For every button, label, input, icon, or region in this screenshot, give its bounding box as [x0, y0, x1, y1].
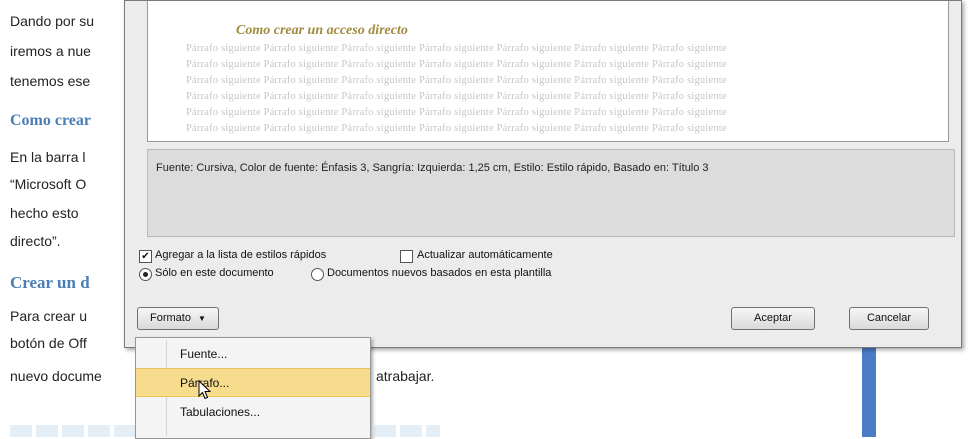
- cancel-button[interactable]: Cancelar: [849, 307, 929, 330]
- new-documents-label: Documentos nuevos basados en esta planti…: [327, 267, 552, 279]
- preview-filler: Párrafo siguiente Párrafo siguiente Párr…: [186, 75, 727, 86]
- menu-item-font[interactable]: Fuente...: [136, 340, 370, 368]
- preview-filler: Párrafo siguiente Párrafo siguiente Párr…: [186, 107, 727, 118]
- document-line: nuevo docume: [10, 368, 102, 384]
- document-line: Dando por su: [10, 13, 95, 29]
- preview-filler: Párrafo siguiente Párrafo siguiente Párr…: [186, 123, 727, 134]
- mouse-cursor-icon: [198, 380, 212, 400]
- style-description-text: Fuente: Cursiva, Color de fuente: Énfasi…: [156, 162, 709, 174]
- style-preview: Como crear un acceso directo Párrafo sig…: [147, 1, 949, 142]
- preview-title: Como crear un acceso directo: [236, 23, 408, 38]
- format-menu: Fuente... Párrafo... Tabulaciones...: [135, 337, 371, 439]
- quick-styles-label: Agregar a la lista de estilos rápidos: [155, 249, 327, 261]
- document-line: iremos a nue: [10, 43, 91, 59]
- preview-filler: Párrafo siguiente Párrafo siguiente Párr…: [186, 91, 727, 102]
- document-line: hecho esto: [10, 205, 79, 221]
- document-line: botón de Off: [10, 335, 87, 351]
- document-heading: Crear un d: [10, 273, 90, 292]
- format-button-label: Formato: [150, 312, 191, 324]
- auto-update-label: Actualizar automáticamente: [417, 249, 553, 261]
- document-line: En la barra l: [10, 149, 86, 165]
- document-line: tenemos ese: [10, 73, 91, 89]
- document-line: atrabajar.: [376, 368, 435, 384]
- ok-button[interactable]: Aceptar: [731, 307, 815, 330]
- style-description: Fuente: Cursiva, Color de fuente: Énfasi…: [147, 149, 955, 237]
- preview-filler: Párrafo siguiente Párrafo siguiente Párr…: [186, 59, 727, 70]
- quick-styles-checkbox[interactable]: ✔: [139, 250, 152, 263]
- this-document-radio[interactable]: [139, 268, 152, 281]
- new-documents-radio[interactable]: [311, 268, 324, 281]
- chevron-down-icon: ▼: [198, 314, 206, 323]
- modify-style-dialog: Como crear un acceso directo Párrafo sig…: [124, 0, 962, 348]
- document-line: directo”.: [10, 233, 61, 249]
- menu-item-paragraph[interactable]: Párrafo...: [136, 368, 370, 397]
- format-button[interactable]: Formato ▼: [137, 307, 219, 330]
- menu-item-tabs[interactable]: Tabulaciones...: [136, 398, 370, 426]
- this-document-label: Sólo en este documento: [155, 267, 274, 279]
- document-line: Para crear u: [10, 308, 88, 324]
- page-edge-bar: [862, 340, 876, 437]
- menu-item-label: Tabulaciones...: [180, 405, 261, 419]
- document-line: “Microsoft O: [10, 176, 87, 192]
- auto-update-checkbox[interactable]: [400, 250, 413, 263]
- preview-filler: Párrafo siguiente Párrafo siguiente Párr…: [186, 43, 727, 54]
- document-heading: Como crear: [10, 112, 91, 129]
- menu-item-label: Fuente...: [180, 347, 228, 361]
